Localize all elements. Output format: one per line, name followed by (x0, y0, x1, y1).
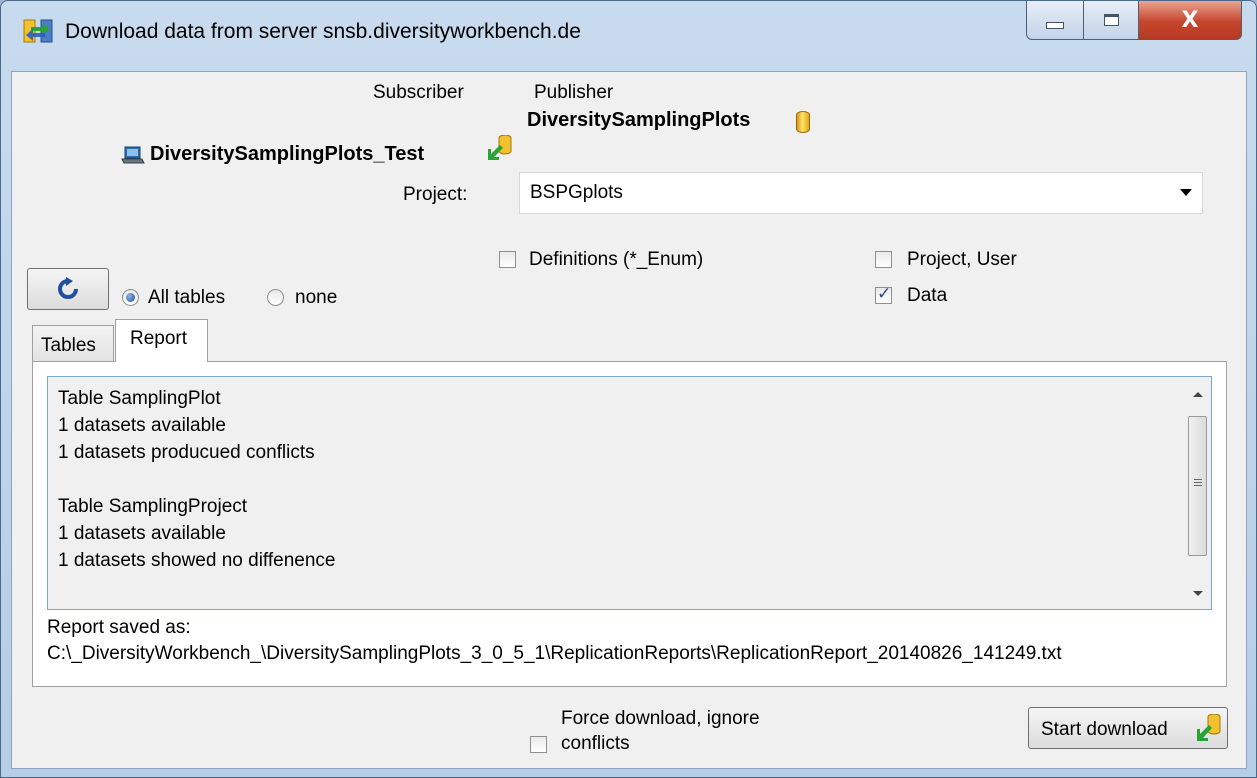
scroll-thumb[interactable] (1188, 416, 1207, 556)
data-label: Data (907, 285, 948, 306)
start-download-button[interactable]: Start download (1028, 707, 1228, 749)
definitions-label: Definitions (*_Enum) (529, 249, 704, 270)
refresh-button[interactable] (27, 268, 109, 310)
none-label: none (295, 287, 338, 308)
report-saved-path: C:\_DiversityWorkbench_\DiversitySamplin… (47, 643, 1062, 664)
project-label: Project: (403, 184, 468, 205)
all-tables-label: All tables (148, 287, 226, 308)
force-download-label-line1: Force download, ignore (561, 708, 760, 729)
data-checkbox[interactable] (875, 284, 892, 304)
tab-tables-label: Tables (41, 335, 96, 356)
close-icon: X (1181, 7, 1199, 33)
close-button[interactable]: X (1139, 1, 1242, 40)
force-download-label-line2: conflicts (561, 733, 630, 754)
report-text: Table SamplingPlot 1 datasets available … (58, 388, 336, 571)
database-icon (796, 111, 810, 133)
publisher-label: Publisher (534, 82, 614, 103)
title-bar[interactable]: Download data from server snsb.diversity… (1, 1, 1256, 71)
window-controls: X (1026, 1, 1242, 41)
subscriber-label: Subscriber (373, 82, 464, 103)
maximize-button[interactable] (1084, 1, 1139, 40)
all-tables-radio[interactable] (122, 289, 139, 306)
grip-icon (1194, 479, 1202, 480)
definitions-checkbox[interactable] (499, 251, 516, 268)
report-textbox[interactable]: Table SamplingPlot 1 datasets available … (47, 376, 1212, 610)
force-download-label: Force download, ignore conflicts (561, 706, 760, 756)
force-download-checkbox[interactable] (530, 736, 547, 753)
subscriber-db-name: DiversitySamplingPlots_Test (150, 143, 425, 165)
download-window: Download data from server snsb.diversity… (0, 0, 1257, 778)
tab-tables[interactable]: Tables (32, 325, 114, 361)
scroll-up-icon[interactable] (1193, 392, 1203, 397)
tab-report[interactable]: Report (115, 319, 208, 362)
replication-app-icon (23, 19, 53, 43)
client-area: Subscriber Publisher DiversitySamplingPl… (11, 71, 1247, 769)
scroll-down-icon[interactable] (1193, 591, 1203, 596)
project-value: BSPGplots (530, 182, 623, 203)
minimize-button[interactable] (1026, 1, 1084, 40)
window-title: Download data from server snsb.diversity… (65, 20, 581, 43)
tab-report-label: Report (130, 328, 188, 349)
minimize-icon (1046, 21, 1064, 29)
maximize-icon (1103, 14, 1119, 26)
laptop-icon (121, 146, 145, 164)
download-db-icon (1197, 714, 1221, 741)
report-tab-panel: Table SamplingPlot 1 datasets available … (32, 361, 1227, 687)
none-radio[interactable] (267, 289, 284, 306)
start-download-label: Start download (1041, 719, 1168, 740)
project-user-label: Project, User (907, 249, 1017, 270)
report-saved-label: Report saved as: (47, 617, 191, 638)
project-user-checkbox[interactable] (875, 251, 892, 268)
refresh-icon (58, 277, 78, 299)
report-scrollbar[interactable] (1186, 378, 1210, 608)
download-arrow-db-icon (488, 135, 512, 160)
publisher-db-name: DiversitySamplingPlots (527, 109, 751, 131)
chevron-down-icon[interactable] (1180, 189, 1192, 196)
project-combobox[interactable]: BSPGplots (519, 172, 1203, 214)
